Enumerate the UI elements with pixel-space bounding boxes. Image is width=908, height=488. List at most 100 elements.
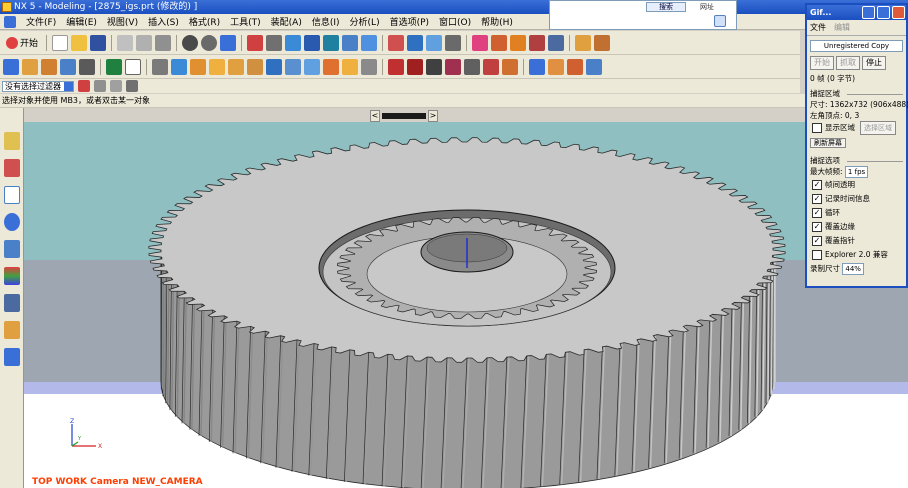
boss-icon[interactable] — [247, 58, 263, 75]
boolean-icon[interactable] — [79, 58, 95, 75]
menu-insert[interactable]: 插入(S) — [148, 15, 179, 28]
pad-icon[interactable] — [285, 58, 301, 75]
curve-icon[interactable] — [445, 58, 461, 75]
browser-link[interactable]: 网址 — [700, 2, 714, 12]
roles-icon[interactable] — [3, 321, 20, 339]
gifcam-menu-file[interactable]: 文件 — [810, 22, 826, 33]
paste-icon[interactable] — [155, 34, 172, 51]
block-icon[interactable] — [152, 58, 168, 75]
perspective-icon[interactable] — [342, 34, 359, 51]
intersect-curve-icon[interactable] — [502, 58, 518, 75]
render-style-icon[interactable] — [388, 34, 405, 51]
capture-option[interactable]: ✓ 覆盖指针 — [807, 234, 906, 248]
start-record-button[interactable]: 开始 — [810, 56, 834, 70]
undo-selection-icon[interactable] — [94, 80, 106, 92]
hole-icon[interactable] — [228, 58, 244, 75]
select-area-button[interactable]: 选择区域 — [860, 121, 896, 135]
option-checkbox[interactable]: ✓ — [812, 236, 822, 246]
option-checkbox[interactable]: ✓ — [812, 222, 822, 232]
measure-distance-icon[interactable] — [575, 34, 592, 51]
menu-assembly[interactable]: 装配(A) — [271, 15, 302, 28]
edge-blend-icon[interactable] — [342, 58, 358, 75]
line-icon[interactable] — [388, 58, 404, 75]
zoom-window-icon[interactable] — [266, 34, 283, 51]
through-curves-icon[interactable] — [548, 58, 564, 75]
menu-file[interactable]: 文件(F) — [26, 15, 56, 28]
cone-icon[interactable] — [190, 58, 206, 75]
capture-option[interactable]: ✓ 记录时间信息 — [807, 192, 906, 206]
assembly-navigator-icon[interactable] — [3, 132, 20, 150]
menu-help[interactable]: 帮助(H) — [481, 15, 513, 28]
cylinder-icon[interactable] — [171, 58, 187, 75]
menu-tools[interactable]: 工具(T) — [230, 15, 261, 28]
rotate-icon[interactable] — [323, 34, 340, 51]
history-icon[interactable] — [3, 213, 20, 231]
option-checkbox[interactable]: ✓ — [812, 180, 822, 190]
capture-option[interactable]: ✓ 帧间透明 — [807, 178, 906, 192]
system-scenes-icon[interactable] — [3, 348, 20, 366]
cut-icon[interactable] — [117, 34, 134, 51]
option-checkbox[interactable]: ✓ — [812, 208, 822, 218]
datum-plane-icon[interactable] — [106, 58, 122, 75]
undo-icon[interactable] — [182, 34, 199, 51]
rectangle-icon[interactable] — [125, 58, 141, 75]
scroll-thumb[interactable] — [382, 113, 426, 119]
select-icon[interactable] — [220, 34, 237, 51]
option-checkbox[interactable] — [812, 250, 822, 260]
new-file-icon[interactable] — [52, 34, 69, 51]
capture-button[interactable]: 抓取 — [836, 56, 860, 70]
graphics-viewport[interactable] — [24, 122, 908, 488]
menu-preferences[interactable]: 首选项(P) — [390, 15, 429, 28]
spline-icon[interactable] — [426, 58, 442, 75]
close-icon[interactable] — [892, 6, 905, 19]
capture-option[interactable]: ✓ 覆盖边缘 — [807, 220, 906, 234]
part-navigator-icon[interactable] — [3, 159, 20, 177]
sweep-icon[interactable] — [60, 58, 76, 75]
thicken-icon[interactable] — [586, 58, 602, 75]
open-folder-icon[interactable] — [71, 34, 88, 51]
offset-curve-icon[interactable] — [464, 58, 480, 75]
start-button[interactable]: 开始 — [3, 36, 41, 49]
menu-format[interactable]: 格式(R) — [189, 15, 220, 28]
sketch-icon[interactable] — [3, 58, 19, 75]
save-icon[interactable] — [90, 34, 107, 51]
minimize-icon[interactable] — [862, 6, 875, 19]
refresh-screen-button[interactable]: 刷新屏幕 — [810, 138, 846, 148]
palette-icon[interactable] — [3, 267, 20, 285]
chamfer-icon[interactable] — [361, 58, 377, 75]
sew-icon[interactable] — [567, 58, 583, 75]
web-browser-icon[interactable] — [3, 186, 20, 204]
fit-view-icon[interactable] — [247, 34, 264, 51]
select-all-icon[interactable] — [110, 80, 122, 92]
snap-point-icon[interactable] — [491, 34, 508, 51]
reuse-library-icon[interactable] — [3, 240, 20, 258]
show-area-checkbox[interactable] — [812, 123, 822, 133]
groove-icon[interactable] — [323, 58, 339, 75]
stop-button[interactable]: 停止 — [862, 56, 886, 70]
orient-view-icon[interactable] — [361, 34, 378, 51]
vector-icon[interactable] — [529, 34, 546, 51]
project-curve-icon[interactable] — [483, 58, 499, 75]
wcs-icon[interactable] — [472, 34, 489, 51]
pocket-icon[interactable] — [266, 58, 282, 75]
menu-view[interactable]: 视图(V) — [107, 15, 138, 28]
gifcam-menu-edit[interactable]: 编辑 — [834, 22, 850, 33]
extrude-icon[interactable] — [22, 58, 38, 75]
selection-filter-dropdown[interactable]: 没有选择过滤器 — [2, 80, 74, 92]
view-scroller[interactable]: < > — [370, 110, 438, 122]
scroll-right-icon[interactable]: > — [428, 110, 438, 122]
menu-analysis[interactable]: 分析(L) — [350, 15, 380, 28]
arc-icon[interactable] — [407, 58, 423, 75]
menu-edit[interactable]: 编辑(E) — [66, 15, 97, 28]
capture-option[interactable]: Explorer 2.0 兼容 — [807, 248, 906, 262]
show-area-option[interactable]: 显示区域 选择区域 — [807, 121, 906, 135]
browser-search-button[interactable]: 搜索 — [646, 2, 686, 12]
sphere-icon[interactable] — [209, 58, 225, 75]
menu-window[interactable]: 窗口(O) — [439, 15, 471, 28]
copy-icon[interactable] — [136, 34, 153, 51]
menu-info[interactable]: 信息(I) — [312, 15, 340, 28]
gear-model[interactable] — [24, 122, 908, 488]
filter-options-icon[interactable] — [78, 80, 90, 92]
scroll-left-icon[interactable]: < — [370, 110, 380, 122]
measure-angle-icon[interactable] — [594, 34, 611, 51]
